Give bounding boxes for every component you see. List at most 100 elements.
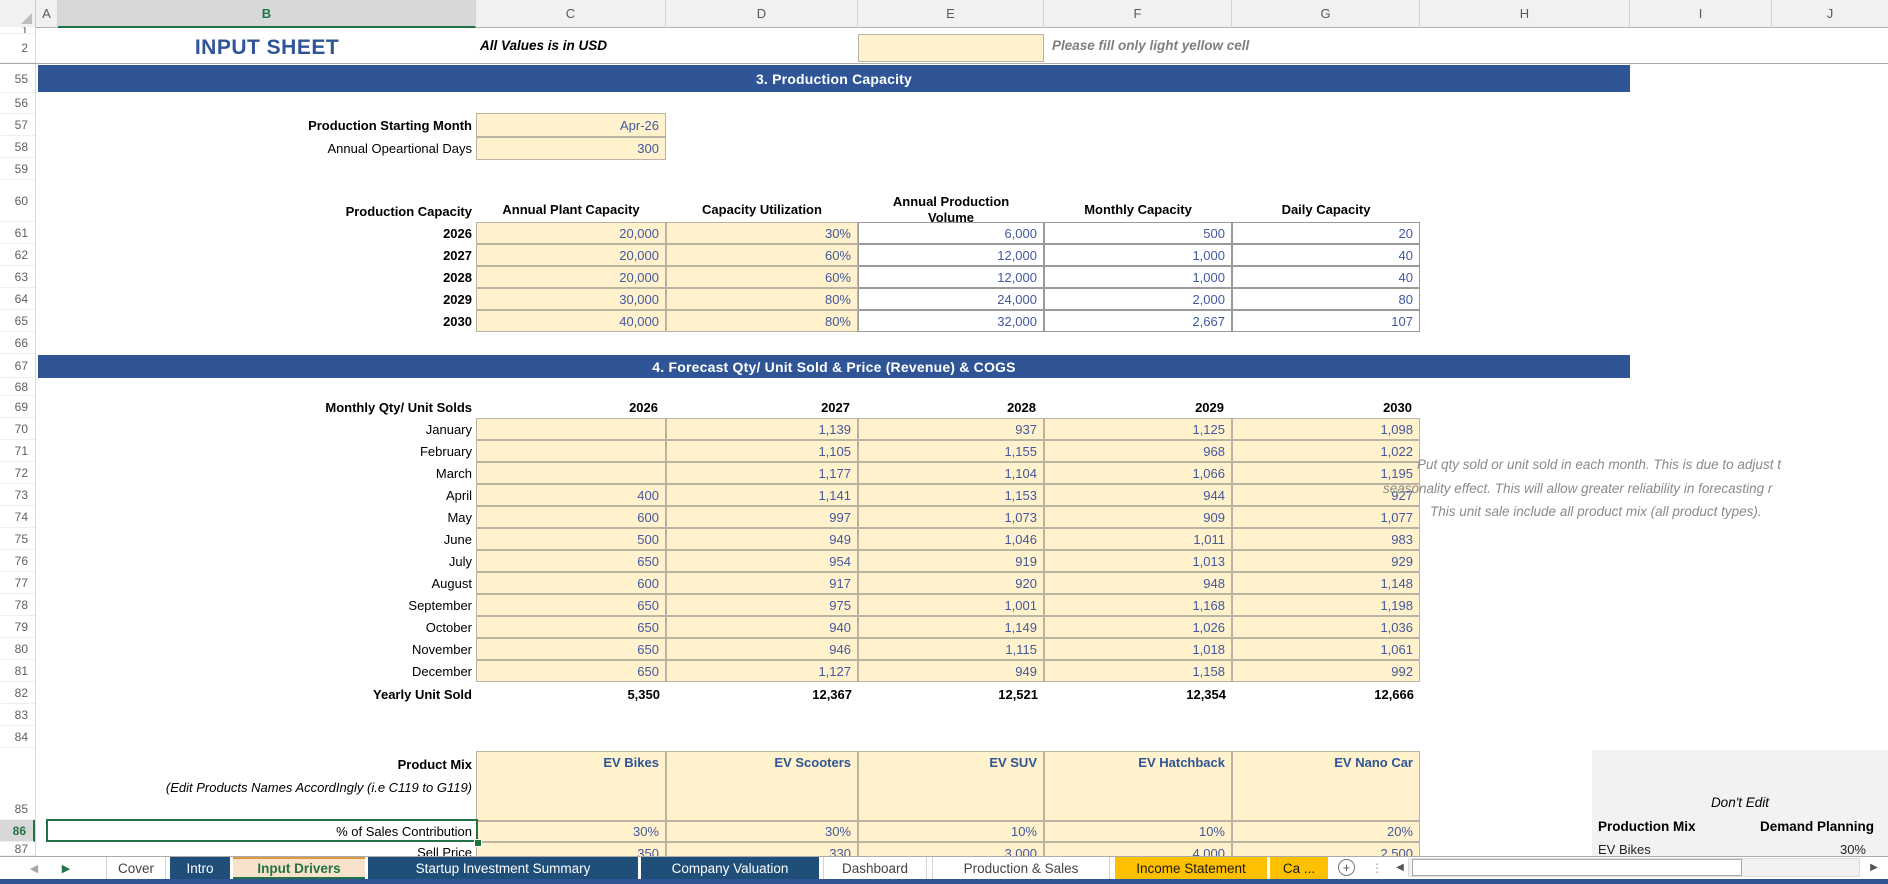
qty-input-cell[interactable]: 940 [666, 616, 858, 638]
row-header-72[interactable]: 72 [0, 462, 35, 484]
qty-input-cell[interactable]: 650 [476, 550, 666, 572]
qty-input-cell[interactable]: 909 [1044, 506, 1232, 528]
row-header-1[interactable]: 1 [0, 27, 35, 34]
qty-input-cell[interactable]: 400 [476, 484, 666, 506]
qty-input-cell[interactable]: 1,125 [1044, 418, 1232, 440]
column-header-I[interactable]: I [1630, 0, 1772, 28]
qty-input-cell[interactable]: 650 [476, 616, 666, 638]
row-header-87[interactable]: 87 [0, 842, 35, 856]
qty-input-cell[interactable]: 946 [666, 638, 858, 660]
row-header-71[interactable]: 71 [0, 440, 35, 462]
product-name-cell[interactable]: EV SUV [858, 751, 1044, 821]
row-header-68[interactable]: 68 [0, 378, 35, 396]
product-name-cell[interactable]: EV Nano Car [1232, 751, 1420, 821]
tab-scroll-right-icon[interactable]: ▶ [56, 857, 76, 879]
column-header-B[interactable]: B [58, 0, 476, 28]
row-header-67[interactable]: 67 [0, 354, 35, 378]
qty-input-cell[interactable]: 1,098 [1232, 418, 1420, 440]
qty-input-cell[interactable] [476, 462, 666, 484]
column-header-G[interactable]: G [1232, 0, 1420, 28]
active-cell-selection[interactable] [46, 819, 478, 842]
row-header-58[interactable]: 58 [0, 136, 35, 158]
row-header-80[interactable]: 80 [0, 638, 35, 660]
qty-input-cell[interactable]: 1,022 [1232, 440, 1420, 462]
row-header-81[interactable]: 81 [0, 660, 35, 682]
tab-production-and-sales[interactable]: Production & Sales [932, 857, 1110, 879]
qty-input-cell[interactable]: 949 [858, 660, 1044, 682]
capacity-input-cell[interactable]: 60% [666, 244, 858, 266]
tab-scroll-left-icon[interactable]: ◀ [24, 857, 44, 879]
operational-days-input[interactable]: 300 [476, 137, 666, 160]
row-header-64[interactable]: 64 [0, 288, 35, 310]
qty-input-cell[interactable]: 997 [666, 506, 858, 528]
qty-input-cell[interactable]: 600 [476, 572, 666, 594]
row-header-84[interactable]: 84 [0, 726, 35, 748]
fill-handle[interactable] [474, 839, 482, 847]
qty-input-cell[interactable]: 1,105 [666, 440, 858, 462]
tab-options-dots-icon[interactable]: ⋮ [1371, 857, 1383, 879]
tab-company-valuation[interactable]: Company Valuation [641, 857, 819, 879]
qty-input-cell[interactable]: 1,148 [1232, 572, 1420, 594]
capacity-input-cell[interactable]: 30% [666, 222, 858, 244]
tab-truncated[interactable]: Ca ... [1270, 857, 1328, 879]
contribution-input-cell[interactable]: 30% [666, 821, 858, 842]
qty-input-cell[interactable]: 983 [1232, 528, 1420, 550]
contribution-input-cell[interactable]: 30% [476, 821, 666, 842]
product-name-cell[interactable]: EV Hatchback [1044, 751, 1232, 821]
qty-input-cell[interactable]: 1,153 [858, 484, 1044, 506]
qty-input-cell[interactable]: 949 [666, 528, 858, 550]
tab-startup-investment-summary[interactable]: Startup Investment Summary [368, 857, 638, 879]
qty-input-cell[interactable]: 1,177 [666, 462, 858, 484]
tab-dashboard[interactable]: Dashboard [823, 857, 927, 879]
column-header-H[interactable]: H [1420, 0, 1630, 28]
column-header-C[interactable]: C [476, 0, 666, 28]
qty-input-cell[interactable]: 954 [666, 550, 858, 572]
row-header-63[interactable]: 63 [0, 266, 35, 288]
qty-input-cell[interactable] [476, 440, 666, 462]
scrollbar-left-arrow-icon[interactable]: ◀ [1392, 858, 1408, 877]
tab-income-statement[interactable]: Income Statement [1115, 857, 1267, 879]
horizontal-scrollbar-thumb[interactable] [1412, 859, 1742, 876]
starting-month-input[interactable]: Apr-26 [476, 113, 666, 137]
qty-input-cell[interactable]: 1,001 [858, 594, 1044, 616]
qty-input-cell[interactable]: 650 [476, 638, 666, 660]
qty-input-cell[interactable]: 1,061 [1232, 638, 1420, 660]
capacity-input-cell[interactable]: 20,000 [476, 244, 666, 266]
qty-input-cell[interactable]: 944 [1044, 484, 1232, 506]
scrollbar-right-arrow-icon[interactable]: ▶ [1866, 858, 1882, 877]
qty-input-cell[interactable]: 1,198 [1232, 594, 1420, 616]
row-header-57[interactable]: 57 [0, 114, 35, 136]
row-header-78[interactable]: 78 [0, 594, 35, 616]
qty-input-cell[interactable]: 1,046 [858, 528, 1044, 550]
qty-input-cell[interactable]: 1,141 [666, 484, 858, 506]
qty-input-cell[interactable]: 650 [476, 594, 666, 616]
row-header-82[interactable]: 82 [0, 682, 35, 704]
column-header-J[interactable]: J [1772, 0, 1888, 28]
row-header-70[interactable]: 70 [0, 418, 35, 440]
row-header-65[interactable]: 65 [0, 310, 35, 332]
qty-input-cell[interactable]: 975 [666, 594, 858, 616]
row-header-77[interactable]: 77 [0, 572, 35, 594]
qty-input-cell[interactable]: 650 [476, 660, 666, 682]
row-header-2[interactable]: 2 [0, 34, 35, 63]
contribution-input-cell[interactable]: 10% [858, 821, 1044, 842]
tab-input-drivers[interactable]: Input Drivers [233, 857, 365, 879]
product-name-cell[interactable]: EV Scooters [666, 751, 858, 821]
qty-input-cell[interactable]: 948 [1044, 572, 1232, 594]
qty-input-cell[interactable]: 992 [1232, 660, 1420, 682]
select-all-corner[interactable] [0, 0, 36, 28]
qty-input-cell[interactable]: 917 [666, 572, 858, 594]
column-header-A[interactable]: A [36, 0, 58, 28]
row-header-76[interactable]: 76 [0, 550, 35, 572]
capacity-input-cell[interactable]: 20,000 [476, 222, 666, 244]
qty-input-cell[interactable] [476, 418, 666, 440]
qty-input-cell[interactable]: 1,139 [666, 418, 858, 440]
qty-input-cell[interactable]: 600 [476, 506, 666, 528]
qty-input-cell[interactable]: 1,104 [858, 462, 1044, 484]
qty-input-cell[interactable]: 1,115 [858, 638, 1044, 660]
column-header-D[interactable]: D [666, 0, 858, 28]
contribution-input-cell[interactable]: 20% [1232, 821, 1420, 842]
row-header-61[interactable]: 61 [0, 222, 35, 244]
row-header-69[interactable]: 69 [0, 396, 35, 418]
qty-input-cell[interactable]: 1,077 [1232, 506, 1420, 528]
